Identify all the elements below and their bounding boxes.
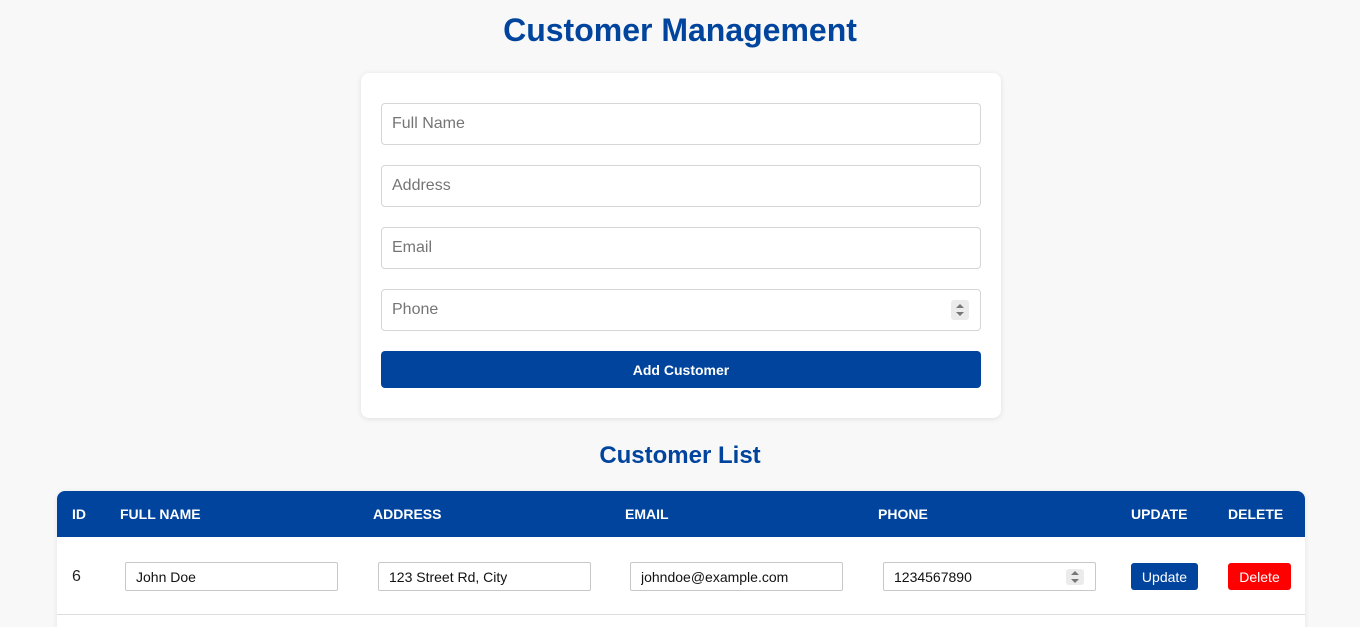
column-header-address: Address bbox=[373, 506, 442, 522]
table-row: 6 Update Delete bbox=[57, 537, 1305, 615]
column-header-email: Email bbox=[625, 506, 669, 522]
row-email-input[interactable] bbox=[630, 562, 843, 591]
update-button[interactable]: Update bbox=[1131, 563, 1198, 590]
row-phone-input[interactable] bbox=[883, 562, 1096, 591]
row-full-name-input[interactable] bbox=[125, 562, 338, 591]
page-title: Customer Management bbox=[503, 12, 857, 48]
customer-id: 6 bbox=[72, 568, 81, 585]
chevron-up-icon bbox=[1071, 571, 1079, 575]
customer-table: ID Full Name Address Email Phone Update … bbox=[57, 491, 1305, 627]
row-phone-stepper-icon[interactable] bbox=[1066, 569, 1084, 585]
column-header-delete: Delete bbox=[1228, 506, 1284, 522]
column-header-id: ID bbox=[72, 506, 86, 522]
chevron-down-icon bbox=[956, 312, 964, 316]
add-customer-button[interactable]: Add Customer bbox=[381, 351, 981, 388]
address-input[interactable] bbox=[381, 165, 981, 207]
chevron-up-icon bbox=[956, 304, 964, 308]
table-header: ID Full Name Address Email Phone Update … bbox=[57, 491, 1305, 537]
column-header-phone: Phone bbox=[878, 506, 928, 522]
phone-stepper-icon[interactable] bbox=[951, 300, 969, 320]
full-name-input[interactable] bbox=[381, 103, 981, 145]
email-input[interactable] bbox=[381, 227, 981, 269]
add-customer-form: Add Customer bbox=[361, 73, 1001, 418]
column-header-update: Update bbox=[1131, 506, 1188, 522]
customer-management-page: Customer Management Add Customer Custome… bbox=[0, 0, 1360, 627]
phone-input[interactable] bbox=[381, 289, 981, 331]
customer-list-title: Customer List bbox=[599, 442, 761, 469]
row-address-input[interactable] bbox=[378, 562, 591, 591]
column-header-full-name: Full Name bbox=[120, 506, 201, 522]
delete-button[interactable]: Delete bbox=[1228, 563, 1291, 590]
chevron-down-icon bbox=[1071, 579, 1079, 583]
